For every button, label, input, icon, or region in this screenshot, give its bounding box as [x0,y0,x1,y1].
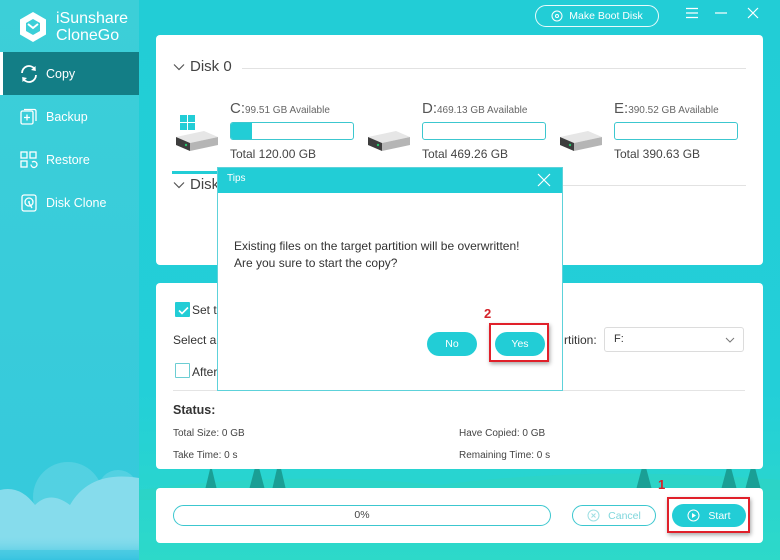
annotation-step-1-box [667,497,750,533]
status-title: Status: [173,403,216,417]
disk-1-header[interactable]: Disk [173,176,219,193]
no-button[interactable]: No [427,332,477,356]
make-boot-disk-button[interactable]: Make Boot Disk [535,5,659,27]
progress-text: 0% [354,509,370,521]
target-partition-value: F: [614,333,624,345]
close-window-button[interactable] [744,4,762,22]
partition-label: rtition: [564,333,597,347]
partition-d[interactable]: D:469.13 GB Available Total 469.26 GB [366,97,556,167]
disk-0-header[interactable]: Disk 0 [173,58,232,75]
set-target-label: Set t [192,303,217,317]
dialog-message-line-2: Are you sure to start the copy? [234,256,398,270]
backup-icon [18,106,40,128]
partition-total: Total 120.00 GB [230,147,317,161]
no-label: No [445,338,459,350]
partition-usage-bar [422,122,546,140]
partition-usage-bar [614,122,738,140]
make-boot-disk-label: Make Boot Disk [569,10,643,22]
partition-total: Total 390.63 GB [614,147,701,161]
partition-c[interactable]: C:99.51 GB Available Total 120.00 GB [174,97,364,167]
minimize-button[interactable] [712,4,730,22]
system-drive-icon [176,115,218,151]
brand-name: iSunshare [56,10,129,27]
disk-0-title: Disk 0 [190,58,232,75]
restore-icon [18,149,40,171]
partition-letter: C: [230,100,245,117]
cancel-button[interactable]: Cancel [572,505,656,526]
partition-letter: E: [614,100,629,117]
hamburger-icon [686,7,698,19]
divider [242,68,746,69]
chevron-down-icon [173,63,185,70]
have-copied: Have Copied: 0 GB [459,428,546,439]
partition-letter: D: [422,100,437,117]
close-icon [747,7,759,19]
sidebar-item-disk-clone[interactable]: Disk Clone [0,181,139,224]
partition-available: 99.51 GB Available [245,105,330,116]
progress-bar: 0% [173,505,551,526]
chevron-down-icon [173,181,185,188]
clouds-decoration [0,462,139,560]
minimize-icon [715,12,727,14]
dialog-title: Tips [227,173,246,184]
brand: iSunshare CloneGo [18,10,128,44]
dialog-header: Tips [218,168,562,193]
dialog-message-line-1: Existing files on the target partition w… [234,239,520,253]
target-partition-select[interactable]: F: [604,327,744,352]
logo-icon [20,12,46,42]
sidebar: iSunshare CloneGo Copy Backup Restore Di… [0,0,139,560]
sidebar-item-label: Restore [46,152,90,167]
drive-icon [368,131,410,151]
disk-clone-icon [18,192,40,214]
disc-icon [551,10,563,22]
after-checkbox[interactable] [175,363,190,378]
partition-usage-bar [230,122,354,140]
brand-product: CloneGo [56,27,120,44]
set-target-checkbox[interactable] [175,302,190,317]
partition-usage-fill [231,123,252,139]
sidebar-item-restore[interactable]: Restore [0,138,139,181]
close-icon[interactable] [536,172,552,188]
after-label: After [192,365,218,379]
annotation-step-2-number: 2 [484,306,492,321]
cancel-label: Cancel [608,509,641,522]
annotation-step-2-box [489,323,549,362]
disk-1-title: Disk [190,176,220,193]
partition-available: 390.52 GB Available [628,105,719,116]
sidebar-item-label: Copy [46,66,76,81]
cancel-circle-icon [587,509,600,522]
divider [562,185,746,186]
menu-button[interactable] [683,4,701,22]
remaining-time: Remaining Time: 0 s [459,450,551,461]
dialog-message: Existing files on the target partition w… [234,238,519,272]
sidebar-nav: Copy Backup Restore Disk Clone [0,52,139,224]
partition-total: Total 469.26 GB [422,147,509,161]
chevron-down-icon [725,337,735,343]
drive-icon [560,131,602,151]
partition-available: 469.13 GB Available [437,105,528,116]
sidebar-item-label: Disk Clone [46,195,107,210]
total-size: Total Size: 0 GB [173,428,245,439]
partition-e[interactable]: E:390.52 GB Available Total 390.63 GB [558,97,748,167]
take-time: Take Time: 0 s [173,450,238,461]
copy-sync-icon [18,63,40,85]
annotation-step-1-number: 1 [658,477,666,492]
checkmark-icon [178,306,189,315]
sidebar-item-label: Backup [46,109,88,124]
select-label: Select a [173,333,217,347]
sidebar-item-backup[interactable]: Backup [0,95,139,138]
sidebar-item-copy[interactable]: Copy [0,52,139,95]
